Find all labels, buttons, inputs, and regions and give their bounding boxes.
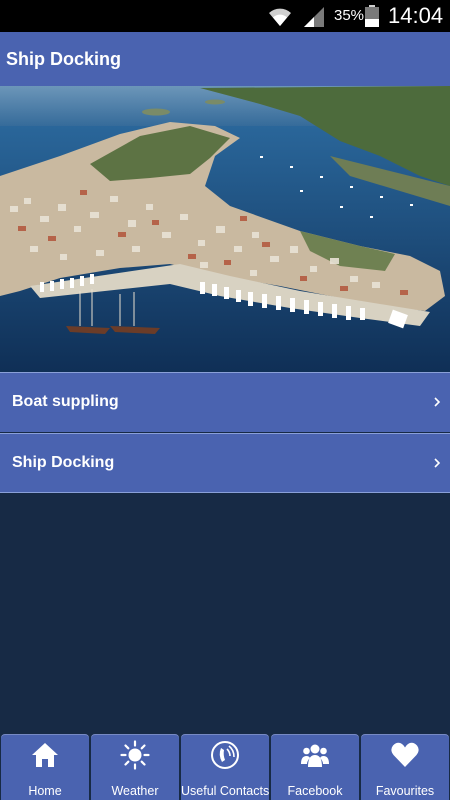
menu-item-boat-suppling[interactable]: Boat suppling (0, 372, 450, 432)
wifi-icon (269, 8, 291, 26)
menu-item-ship-docking[interactable]: Ship Docking (0, 433, 450, 493)
nav-home-label: Home (28, 784, 62, 798)
home-icon (32, 743, 58, 767)
battery-percent: 35% (334, 7, 365, 24)
hero-image (0, 86, 450, 372)
clock: 14:04 (388, 3, 444, 28)
status-bar: 35% 14:04 (0, 0, 450, 32)
menu-item-label: Boat suppling (12, 393, 119, 410)
app-header: Ship Docking (0, 32, 450, 86)
nav-favourites-label: Favourites (375, 784, 435, 798)
nav-weather-button[interactable]: Weather (91, 734, 179, 800)
nav-home-button[interactable]: Home (1, 734, 89, 800)
chevron-right-icon (434, 397, 441, 407)
page-title: Ship Docking (6, 49, 122, 69)
battery-icon (365, 5, 379, 27)
sun-icon (120, 740, 150, 770)
people-icon (301, 744, 329, 767)
nav-facebook-button[interactable]: Facebook (271, 734, 359, 800)
nav-useful-contacts-button[interactable]: Useful Contacts (181, 734, 269, 800)
menu-item-label: Ship Docking (12, 454, 115, 471)
aerial-harbor-photo (0, 86, 450, 372)
heart-icon (391, 742, 419, 767)
phone-icon (211, 741, 239, 769)
nav-useful-contacts-label: Useful Contacts (181, 784, 270, 798)
chevron-right-icon (434, 458, 441, 468)
nav-facebook-label: Facebook (287, 784, 343, 798)
bottom-nav: Home Weather Useful Contacts Facebook Fa… (0, 730, 450, 800)
signal-icon (304, 7, 324, 27)
nav-weather-label: Weather (111, 784, 159, 798)
nav-favourites-button[interactable]: Favourites (361, 734, 449, 800)
